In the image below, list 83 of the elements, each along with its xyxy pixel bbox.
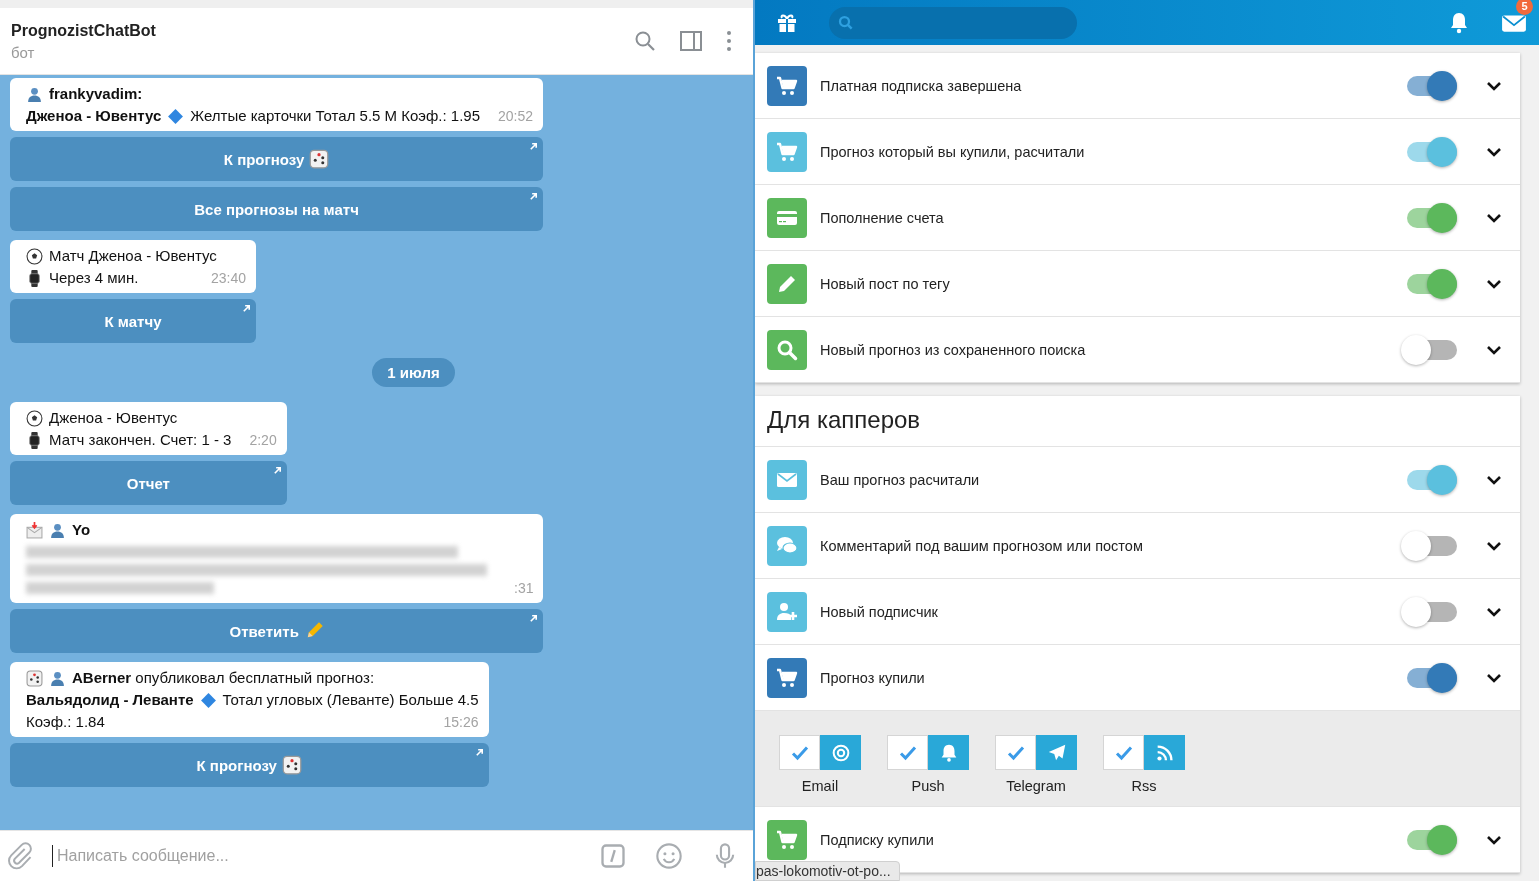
message-text: ABerner опубликовал бесплатный прогноз: [72, 668, 375, 688]
sidebar-toggle-icon[interactable] [679, 29, 703, 53]
notification-label: Новый прогноз из сохраненного поиска [820, 341, 1087, 358]
notification-label: Новый пост по тегу [820, 275, 951, 292]
message-text: Yo [72, 520, 91, 540]
diamond-icon [167, 107, 185, 125]
dice-icon [26, 669, 43, 687]
link-status-tooltip: pas-lokomotiv-ot-po... [755, 861, 900, 881]
chevron-down-icon[interactable] [1486, 146, 1502, 157]
link-arrow-icon [272, 466, 282, 475]
notification-label: Пополнение счета [820, 209, 945, 226]
message-time: :31 [513, 579, 534, 598]
message-time: 20:52 [497, 107, 534, 126]
message-time: 15:26 [442, 713, 479, 732]
user-icon [49, 669, 66, 687]
toggle-switch[interactable] [1401, 333, 1459, 366]
link-arrow-icon [242, 304, 251, 313]
message-text: Вальядолид - Леванте [26, 690, 194, 710]
chevron-down-icon[interactable] [1486, 540, 1502, 551]
chevron-down-icon[interactable] [1486, 80, 1502, 91]
chevron-down-icon[interactable] [1486, 834, 1502, 845]
channel-label: Telegram [1006, 778, 1066, 794]
more-icon[interactable] [725, 29, 733, 53]
message-text: Желтые карточки Тотал 5.5 М Коэф.: 1.95 [190, 106, 481, 126]
notification-label: Прогноз купили [820, 669, 926, 686]
section-title: Для капперов [755, 396, 1520, 447]
dice-icon [309, 149, 330, 169]
message-text: Дженоа - Ювентус [49, 408, 178, 428]
link-arrow-icon [474, 748, 484, 757]
message-text: Матч закончен. Счет: 1 - 3 [49, 430, 232, 450]
message-text: Через 4 мин. [49, 268, 139, 288]
watch-icon [26, 269, 43, 287]
search-icon[interactable] [633, 29, 657, 53]
link-arrow-icon [529, 142, 539, 151]
message-text: Дженоа - Ювентус [26, 106, 162, 126]
chevron-down-icon[interactable] [1486, 278, 1502, 289]
chevron-down-icon[interactable] [1486, 212, 1502, 223]
watch-icon [26, 431, 43, 449]
dice-icon [281, 755, 302, 775]
notification-label: Ваш прогноз расчитали [820, 471, 981, 488]
notification-label: Комментарий под вашим прогнозом или постом [820, 537, 1144, 554]
notification-label: Подписку купили [820, 831, 935, 848]
emoji-icon[interactable] [655, 842, 683, 870]
soccer-ball-icon [26, 409, 43, 427]
link-arrow-icon [529, 614, 539, 623]
chevron-down-icon[interactable] [1486, 474, 1502, 485]
inline-button[interactable]: К прогнозу [10, 743, 489, 787]
chat-title: PrognozistChatBot [11, 21, 156, 40]
inline-button[interactable]: К матчу [10, 299, 256, 343]
bot-commands-icon[interactable] [599, 842, 627, 870]
chevron-down-icon[interactable] [1486, 672, 1502, 683]
notification-badge: 5 [1516, 0, 1533, 15]
chevron-down-icon[interactable] [1486, 344, 1502, 355]
message-time: 23:40 [209, 269, 246, 288]
notification-label: Платная подписка завершена [820, 77, 1023, 94]
channel-label: Rss [1131, 778, 1157, 794]
message-text: Тотал угловых (Леванте) Больше 4.5 [222, 690, 479, 710]
message-text: frankyvadim: [49, 84, 143, 104]
channel-label: Push [911, 778, 945, 794]
chat-subtitle: бот [11, 43, 35, 61]
chevron-down-icon[interactable] [1486, 606, 1502, 617]
message-text: Коэф.: 1.84 [26, 712, 105, 732]
date-label: 1 июля [372, 358, 455, 387]
channel-label: Email [801, 778, 839, 794]
toggle-switch[interactable] [1401, 529, 1459, 562]
search-field[interactable] [829, 6, 1077, 39]
notification-label: Новый подписчик [820, 603, 939, 620]
diamond-icon [199, 691, 217, 709]
link-arrow-icon [529, 192, 539, 201]
message-text: Матч Дженоа - Ювентус [49, 246, 217, 266]
user-icon [26, 85, 43, 103]
toggle-switch[interactable] [1401, 595, 1459, 628]
inline-button[interactable]: Отчет [10, 461, 287, 505]
soccer-ball-icon [26, 247, 43, 265]
notification-label: Прогноз который вы купили, расчитали [820, 143, 1086, 160]
inline-button[interactable]: Ответить [10, 609, 544, 653]
envelope-icon [26, 521, 43, 539]
inline-button[interactable]: Все прогнозы на матч [10, 187, 544, 231]
message-time: 2:20 [248, 431, 277, 450]
search-icon [837, 13, 855, 32]
user-icon [49, 521, 66, 539]
paperclip-icon[interactable] [6, 842, 34, 870]
inline-button[interactable]: К прогнозу [10, 137, 544, 181]
